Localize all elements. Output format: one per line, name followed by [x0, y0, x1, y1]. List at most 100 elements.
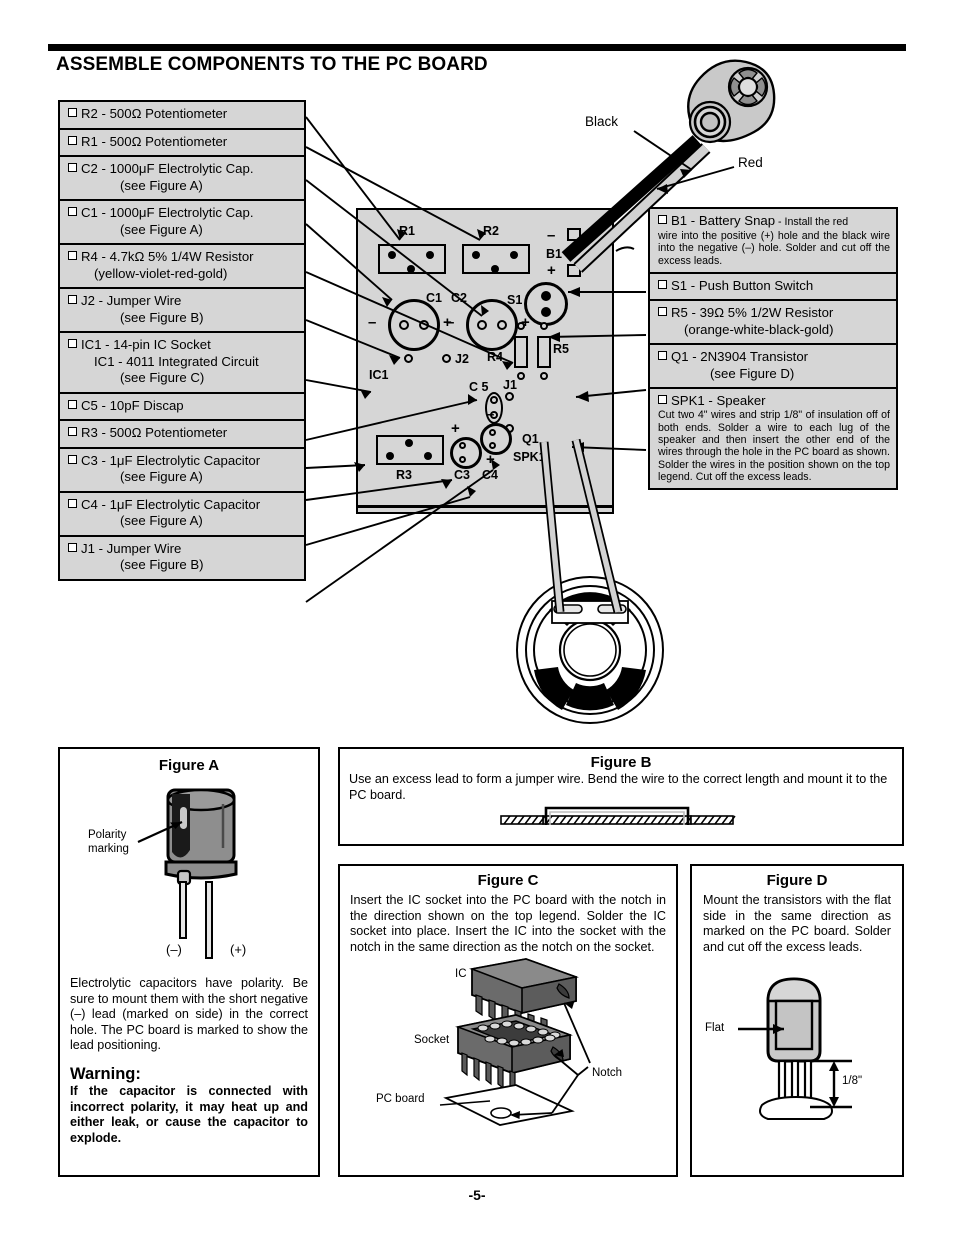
checklist-item-heading: SPK1 - Speaker — [658, 393, 890, 409]
checkbox-icon[interactable] — [68, 339, 77, 348]
pad-s1 — [524, 282, 568, 326]
checkbox-icon[interactable] — [658, 395, 667, 405]
legend-r3: R3 — [396, 468, 412, 482]
checkbox-icon[interactable] — [68, 135, 77, 145]
checkbox-icon[interactable] — [68, 542, 77, 552]
checklist-text: C4 - 1μF Electrolytic Capacitor — [81, 496, 261, 512]
checkbox-icon[interactable] — [68, 251, 77, 260]
pad-r2-hole-2 — [510, 251, 518, 259]
checkbox-icon[interactable] — [68, 498, 77, 508]
checklist-item[interactable]: R4 - 4.7kΩ 5% 1/4W Resistor (yellow-viole… — [60, 245, 304, 289]
pad-c4-hole-2 — [489, 442, 496, 449]
checkbox-icon[interactable] — [68, 399, 77, 409]
pad-c2-hole-minus — [477, 320, 487, 330]
checklist-item[interactable]: R2 - 500Ω Potentiometer — [60, 102, 304, 130]
page-title: ASSEMBLE COMPONENTS TO THE PC BOARD — [56, 54, 488, 75]
checklist-item-sublabel: (see Figure C) — [68, 370, 298, 387]
checklist-item-label: R5 - 39Ω 5% 1/2W Resistor — [658, 305, 890, 322]
figure-a-callout-line1: Polarity — [88, 829, 127, 841]
legend-b1-minus: – — [547, 227, 556, 244]
checklist-item[interactable]: C2 - 1000μF Electrolytic Cap. (see Figure… — [60, 157, 304, 201]
checklist-item[interactable]: J1 - Jumper Wire (see Figure B) — [60, 537, 304, 579]
checklist-item-label: S1 - Push Button Switch — [658, 278, 890, 295]
figure-a-warning-body: If the capacitor is connected with incor… — [70, 1083, 308, 1145]
pad-j2-hole-right — [442, 354, 451, 363]
checklist-item-label: J1 - Jumper Wire — [68, 541, 298, 558]
checkbox-icon[interactable] — [68, 454, 77, 464]
pad-r5-hole-bottom — [540, 372, 548, 380]
checklist-item[interactable]: C3 - 1μF Electrolytic Capacitor (see Figu… — [60, 449, 304, 493]
checklist-item[interactable]: J2 - Jumper Wire (see Figure B) — [60, 289, 304, 333]
legend-s1: S1 — [507, 293, 523, 307]
checklist-item[interactable]: Q1 - 2N3904 Transistor (see Figure D) — [650, 345, 896, 390]
checklist-item-sublabel: (see Figure A) — [68, 469, 298, 486]
checkbox-icon[interactable] — [658, 307, 667, 317]
legend-c3: C3 — [454, 468, 470, 482]
checklist-text: R2 - 500Ω Potentiometer — [81, 106, 228, 121]
pad-c4 — [480, 423, 512, 455]
checklist-item-label: C4 - 1μF Electrolytic Capacitor — [68, 497, 298, 514]
checklist-item[interactable]: C4 - 1μF Electrolytic Capacitor (see Figu… — [60, 493, 304, 537]
checklist-item-paragraph: Cut two 4" wires and strip 1/8" of insul… — [658, 409, 890, 483]
legend-r5: R5 — [553, 342, 569, 356]
checkbox-icon[interactable] — [658, 279, 667, 289]
figure-c-label-ic: IC — [455, 968, 467, 981]
checkbox-icon[interactable] — [68, 108, 77, 117]
checklist-text: R1 - 500Ω Potentiometer — [81, 133, 228, 149]
legend-spk1: SPK1 — [513, 450, 546, 464]
legend-c3-plus: + — [451, 420, 460, 437]
checklist-text: (see Figure B) — [120, 309, 204, 325]
checklist-item[interactable]: R3 - 500Ω Potentiometer — [60, 421, 304, 449]
checklist-text: (see Figure A) — [120, 221, 203, 237]
figure-b-body: Use an excess lead to form a jumper wire… — [349, 772, 888, 802]
figure-d-label-dimension: 1/8" — [842, 1075, 863, 1088]
checkbox-icon[interactable] — [68, 295, 77, 304]
figure-d-title: Figure D — [766, 872, 828, 889]
component-checklist-left: R2 - 500Ω Potentiometer R1 - 500Ω Potenti… — [58, 100, 306, 581]
checklist-item-sublabel: (see Figure A) — [68, 222, 298, 239]
legend-c2: C2 — [451, 291, 467, 305]
checklist-text: J1 - Jumper Wire — [81, 540, 182, 556]
checklist-text: C5 - 10pF Discap — [81, 397, 184, 413]
checklist-text: Q1 - 2N3904 Transistor — [671, 349, 809, 365]
figure-a-lead-minus-label: (–) — [166, 942, 182, 957]
pad-r1-hole-1 — [388, 251, 396, 259]
checkbox-icon[interactable] — [68, 163, 77, 172]
checklist-item-sublabel: (see Figure A) — [68, 513, 298, 530]
legend-j1: J1 — [503, 378, 517, 392]
checklist-item[interactable]: C5 - 10pF Discap — [60, 394, 304, 421]
checklist-text: S1 - Push Button Switch — [671, 277, 814, 293]
checkbox-icon[interactable] — [658, 351, 667, 361]
checklist-item[interactable]: S1 - Push Button Switch — [650, 274, 896, 302]
battery-snap-callout-arrows — [633, 130, 735, 194]
pad-c4-hole-1 — [489, 429, 496, 436]
checklist-text: (see Figure C) — [120, 370, 205, 385]
figure-c-title: Figure C — [477, 872, 539, 889]
checklist-item-heading-text: SPK1 - Speaker — [671, 393, 766, 409]
checklist-text: IC1 - 14-pin IC Socket — [81, 337, 211, 352]
checkbox-icon[interactable] — [68, 207, 77, 216]
pad-r4 — [514, 336, 528, 368]
checklist-text: R3 - 500Ω Potentiometer — [81, 425, 228, 440]
pad-c2-hole-plus — [497, 320, 507, 330]
checklist-item-label: R2 - 500Ω Potentiometer — [68, 106, 298, 123]
checklist-item[interactable]: B1 - Battery Snap - Install the red wire … — [650, 209, 896, 274]
pad-j2-hole-left — [404, 354, 413, 363]
checklist-item[interactable]: IC1 - 14-pin IC Socket IC1 - 4011 Integra… — [60, 333, 304, 394]
checklist-item[interactable]: R1 - 500Ω Potentiometer — [60, 130, 304, 157]
checklist-item-sublabel: IC1 - 4011 Integrated Circuit — [68, 354, 298, 371]
checklist-item-label: R4 - 4.7kΩ 5% 1/4W Resistor — [68, 249, 298, 266]
figure-d-transistor-illustration — [738, 977, 852, 1121]
checklist-text: IC1 - 4011 Integrated Circuit — [94, 353, 259, 369]
checkbox-icon[interactable] — [658, 215, 667, 224]
checklist-item[interactable]: C1 - 1000μF Electrolytic Cap. (see Figure… — [60, 201, 304, 245]
checklist-item[interactable]: SPK1 - Speaker Cut two 4" wires and strip… — [650, 389, 896, 488]
checklist-item[interactable]: R5 - 39Ω 5% 1/2W Resistor (orange-white-b… — [650, 301, 896, 346]
checklist-item-label: R1 - 500Ω Potentiometer — [68, 134, 298, 151]
checkbox-icon[interactable] — [68, 427, 77, 436]
figure-c-label-socket: Socket — [414, 1034, 450, 1047]
figure-a-body: Electrolytic capacitors have polarity. B… — [70, 976, 309, 1053]
pad-c3-hole-2 — [459, 456, 466, 463]
checklist-text: C2 - 1000μF Electrolytic Cap. — [81, 161, 254, 176]
pad-r3-hole-2 — [424, 452, 432, 460]
